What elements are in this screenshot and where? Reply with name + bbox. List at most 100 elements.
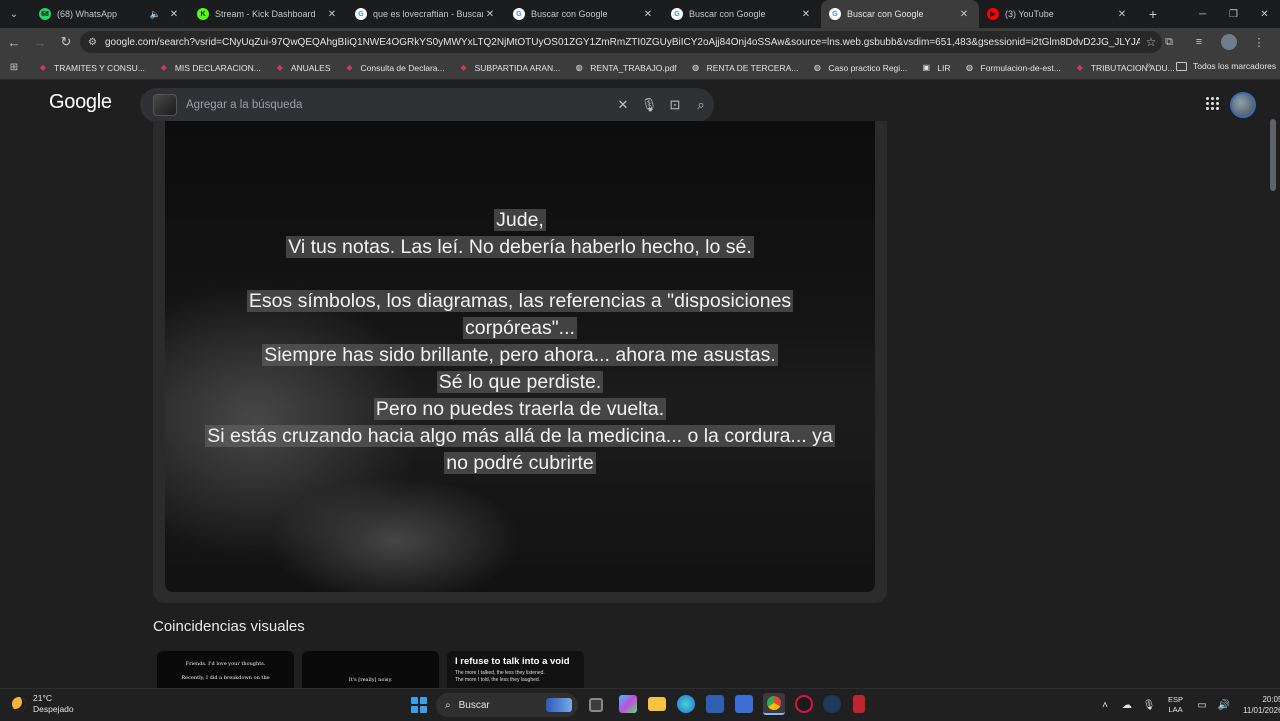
- window-controls: ─ ❐ ✕: [1187, 0, 1280, 28]
- bookmark-item[interactable]: ◆ Consulta de Declara...: [345, 62, 445, 73]
- site-info-icon[interactable]: ⚙: [88, 37, 97, 48]
- bookmark-item[interactable]: ◆ ANUALES: [275, 63, 331, 73]
- language-indicator[interactable]: ESP LAA: [1168, 695, 1183, 715]
- tab-search-button[interactable]: ⌄: [3, 3, 25, 25]
- clock[interactable]: 20:05 11/01/2026: [1243, 694, 1280, 716]
- network-icon[interactable]: ▭: [1191, 700, 1213, 711]
- tab-title: (68) WhatsApp: [57, 9, 118, 19]
- copilot-icon[interactable]: [619, 695, 637, 713]
- browser-tab[interactable]: 68 (68) WhatsApp 🔈 ✕: [31, 0, 189, 28]
- steam-icon[interactable]: [823, 695, 841, 713]
- bookmark-list: ◆ TRAMITES Y CONSU... ◆ MIS DECLARACION... ◆…: [24, 63, 1175, 73]
- new-tab-button[interactable]: +: [1141, 6, 1165, 22]
- bookmarks-bar: ⊞ ◆ TRAMITES Y CONSU... ◆ MIS DECLARACION..…: [0, 56, 1280, 80]
- browser-tab[interactable]: K Stream - Kick Dashboard ✕: [189, 0, 347, 28]
- apps-grid-icon[interactable]: ⊞: [4, 62, 24, 73]
- browser-tab[interactable]: Gque es lovecraftian - Buscar con Google…: [347, 0, 505, 28]
- search-box[interactable]: Agregar a la búsqueda ✕ 🎙 ⊡ ⌕: [140, 88, 714, 122]
- tab-favicon-icon: G: [829, 8, 841, 20]
- tab-title: que es lovecraftian - Buscar con Google: [373, 9, 483, 19]
- weather-widget[interactable]: 21°C Despejado: [12, 693, 74, 715]
- menu-icon[interactable]: ⋮: [1244, 30, 1274, 54]
- restore-icon[interactable]: ❐: [1218, 0, 1249, 28]
- minimize-icon[interactable]: ─: [1187, 0, 1218, 28]
- clock-date: 11/01/2026: [1243, 706, 1280, 715]
- address-bar[interactable]: ⚙ google.com/search?vsrid=CNyUqZui-97QwQ…: [80, 31, 1162, 53]
- tab-close-icon[interactable]: ✕: [167, 9, 181, 20]
- visual-match-thumbnail[interactable]: Friends. I'd love your thoughts. Recentl…: [157, 651, 294, 688]
- visual-match-thumbnail[interactable]: It's [really] noisy.: [302, 651, 439, 688]
- cloud-icon[interactable]: ☁: [1116, 700, 1138, 711]
- app-icon[interactable]: [853, 695, 865, 713]
- chrome-taskbar-button[interactable]: [763, 693, 785, 715]
- tray-overflow-icon[interactable]: ˄: [1094, 700, 1116, 711]
- lang-code: ESP: [1168, 695, 1184, 704]
- search-placeholder[interactable]: Agregar a la búsqueda: [186, 99, 610, 111]
- file-explorer-icon[interactable]: [648, 697, 666, 711]
- back-button[interactable]: ←: [2, 30, 26, 54]
- bookmark-item[interactable]: ◆ SUBPARTIDA ARAN...: [459, 63, 561, 73]
- microphone-icon[interactable]: 🎙: [636, 97, 662, 113]
- note-line: Jude,: [494, 209, 546, 231]
- bookmark-item[interactable]: ◍ RENTA DE TERCERA...: [691, 63, 798, 73]
- search-icon[interactable]: ⌕: [688, 97, 714, 113]
- bookmark-item[interactable]: ◆ TRIBUTACION ADU...: [1075, 63, 1175, 73]
- tab-close-icon[interactable]: ✕: [799, 9, 813, 20]
- speaker-icon[interactable]: 🔈: [150, 9, 161, 20]
- tab-close-icon[interactable]: ✕: [483, 9, 497, 20]
- windows-start-icon[interactable]: [411, 697, 427, 713]
- bookmark-item[interactable]: ◆ TRAMITES Y CONSU...: [38, 63, 145, 73]
- app-icon[interactable]: [795, 695, 813, 713]
- tab-title: Buscar con Google: [689, 9, 766, 19]
- browser-toolbar: ← → ↻ ⚙ google.com/search?vsrid=CNyUqZui…: [0, 28, 1280, 56]
- visual-match-thumbnail[interactable]: I refuse to talk into a void The more I …: [447, 651, 584, 688]
- browser-tab[interactable]: ▶ (3) YouTube ✕: [979, 0, 1137, 28]
- tab-favicon-icon: G: [671, 8, 683, 20]
- tab-close-icon[interactable]: ✕: [325, 9, 339, 20]
- tab-close-icon[interactable]: ✕: [1115, 9, 1129, 20]
- microphone-icon[interactable]: 🎙: [1138, 700, 1160, 711]
- taskbar-search[interactable]: ⌕ Buscar: [436, 693, 578, 717]
- bookmark-item[interactable]: ◍ RENTA_TRABAJO.pdf: [574, 63, 677, 73]
- bookmark-item[interactable]: ◆ MIS DECLARACION...: [159, 63, 261, 73]
- browser-tab[interactable]: G Buscar con Google ✕: [821, 0, 979, 28]
- all-bookmarks-label: Todos los marcadores: [1193, 61, 1277, 71]
- tab-close-icon[interactable]: ✕: [641, 9, 655, 20]
- close-window-icon[interactable]: ✕: [1249, 0, 1280, 28]
- account-avatar[interactable]: [1230, 92, 1256, 118]
- forward-button[interactable]: →: [28, 30, 52, 54]
- bookmark-label: MIS DECLARACION...: [174, 62, 261, 73]
- system-tray: ˄ ☁ 🎙 ESP LAA ▭ 🔊 20:05 11/01/2026: [1094, 689, 1280, 721]
- media-controls-icon[interactable]: ≡: [1184, 30, 1214, 54]
- reload-button[interactable]: ↻: [54, 30, 78, 54]
- bookmark-item[interactable]: ▣ LIR: [921, 63, 950, 73]
- edge-icon[interactable]: [677, 695, 695, 713]
- bookmark-label: TRIBUTACION ADU...: [1090, 62, 1175, 73]
- browser-tab[interactable]: G Buscar con Google ✕: [505, 0, 663, 28]
- bookmark-item[interactable]: ◍ Caso practico Regi...: [812, 63, 907, 73]
- tab-close-icon[interactable]: ✕: [957, 9, 971, 20]
- google-apps-icon[interactable]: [1206, 97, 1220, 111]
- tab-favicon-icon: 68: [39, 8, 51, 20]
- store-icon[interactable]: [706, 695, 724, 713]
- query-image-thumbnail[interactable]: [153, 94, 177, 116]
- globe-icon: ◍: [692, 63, 700, 72]
- task-view-icon[interactable]: [589, 698, 603, 712]
- extensions-icon[interactable]: ⧉: [1154, 30, 1184, 54]
- google-logo[interactable]: Google: [49, 91, 112, 114]
- all-bookmarks-button[interactable]: Todos los marcadores: [1176, 61, 1276, 71]
- taskbar-search-label: Buscar: [458, 699, 490, 711]
- more-bookmarks-icon[interactable]: »: [1146, 60, 1152, 71]
- clear-icon[interactable]: ✕: [610, 97, 636, 113]
- volume-icon[interactable]: 🔊: [1213, 700, 1235, 711]
- url-text[interactable]: google.com/search?vsrid=CNyUqZui-97QwQEQ…: [105, 37, 1140, 48]
- source-image[interactable]: Jude, Vi tus notas. Las leí. No debería …: [165, 121, 875, 592]
- bookmark-item[interactable]: ◍ Formulacion-de-est...: [965, 63, 1061, 73]
- page-scrollbar[interactable]: [1270, 119, 1276, 191]
- browser-tab[interactable]: G Buscar con Google ✕: [663, 0, 821, 28]
- mail-icon[interactable]: [735, 695, 753, 713]
- bookmark-label: Consulta de Declara...: [360, 62, 445, 73]
- chevron-down-icon: ⌄: [9, 8, 19, 20]
- profile-button[interactable]: [1214, 30, 1244, 54]
- lens-camera-icon[interactable]: ⊡: [662, 97, 688, 113]
